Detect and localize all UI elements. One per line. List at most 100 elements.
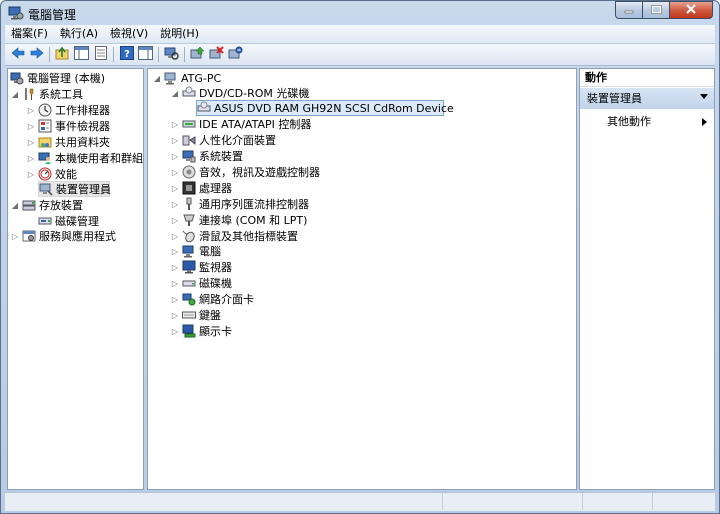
expand-arrow-icon[interactable]: ▷ — [170, 291, 180, 307]
show-hide-action-pane-button[interactable] — [137, 46, 154, 63]
close-button[interactable] — [669, 1, 713, 19]
tree-item-local-users-groups[interactable]: ▷ 本機使用者和群組 — [26, 150, 143, 166]
expand-arrow-icon[interactable]: ◢ — [170, 85, 180, 101]
device-category-sound[interactable]: ▷ 音效，視訊及遊戲控制器 — [170, 164, 320, 180]
expand-arrow-icon[interactable]: ▷ — [170, 307, 180, 323]
minimize-button[interactable] — [615, 1, 642, 19]
help-button[interactable]: ? — [118, 46, 135, 63]
device-category-dvd[interactable]: ◢ DVD/CD-ROM 光碟機 — [170, 85, 309, 101]
device-category-label: 電腦 — [199, 245, 221, 258]
device-category-keyboard[interactable]: ▷ 鍵盤 — [170, 307, 221, 323]
expand-arrow-icon[interactable]: ▷ — [26, 150, 36, 166]
scan-hardware-button[interactable] — [163, 46, 180, 63]
device-tree-root-label: ATG-PC — [181, 71, 222, 85]
tree-item-task-scheduler[interactable]: ▷ 工作排程器 — [26, 102, 110, 118]
expand-arrow-icon[interactable]: ▷ — [170, 228, 180, 244]
expand-arrow-icon[interactable]: ▷ — [26, 166, 36, 182]
device-category-computer[interactable]: ▷ 電腦 — [170, 243, 221, 259]
tree-item-performance[interactable]: ▷ 效能 — [26, 166, 77, 182]
tree-item-device-manager[interactable]: 裝置管理員 — [38, 181, 111, 197]
tree-item-system-tools[interactable]: ◢ 系統工具 — [10, 86, 83, 102]
expand-arrow-icon[interactable]: ▷ — [170, 259, 180, 275]
menu-bar: 檔案(F) 執行(A) 檢視(V) 說明(H) — [5, 25, 715, 44]
more-actions-item[interactable]: 其他動作 — [580, 114, 714, 130]
back-button[interactable] — [9, 46, 26, 63]
shared-folders-icon — [38, 135, 52, 149]
device-category-label: 連接埠 (COM 和 LPT) — [199, 214, 308, 227]
tree-item-event-viewer[interactable]: ▷ 事件檢視器 — [26, 118, 110, 134]
menu-action[interactable]: 執行(A) — [54, 25, 104, 43]
title-bar[interactable]: 電腦管理 — [1, 1, 719, 25]
expand-arrow-icon[interactable]: ▷ — [170, 148, 180, 164]
tree-item-shared-folders[interactable]: ▷ 共用資料夾 — [26, 134, 110, 150]
tree-item-storage[interactable]: ◢ 存放裝置 — [10, 197, 83, 213]
menu-help[interactable]: 說明(H) — [154, 25, 205, 43]
device-tree-pane: ◢ ATG-PC ◢ DVD/CD-ROM 光碟機 ASUS DVD RAM G… — [147, 68, 577, 490]
menu-view[interactable]: 檢視(V) — [104, 25, 154, 43]
expand-arrow-icon[interactable]: ▷ — [26, 118, 36, 134]
expand-arrow-icon[interactable]: ▷ — [170, 132, 180, 148]
device-category-system[interactable]: ▷ 系統裝置 — [170, 148, 243, 164]
expand-arrow-icon[interactable]: ◢ — [10, 197, 20, 213]
expand-arrow-icon[interactable]: ▷ — [170, 212, 180, 228]
device-category-label: 鍵盤 — [199, 309, 221, 322]
expand-arrow-icon[interactable]: ▷ — [170, 164, 180, 180]
device-category-disk-drives[interactable]: ▷ 磁碟機 — [170, 275, 232, 291]
tree-item-services-applications[interactable]: ▷ 服務與應用程式 — [10, 228, 116, 244]
maximize-button[interactable] — [642, 1, 669, 19]
ide-controller-icon — [182, 117, 196, 131]
update-driver-button[interactable] — [189, 46, 206, 63]
forward-arrow-icon — [30, 47, 44, 62]
expand-arrow-icon[interactable]: ▷ — [170, 180, 180, 196]
toolbar-separator — [49, 47, 50, 62]
device-category-display[interactable]: ▷ 顯示卡 — [170, 323, 232, 339]
properties-button[interactable] — [92, 46, 109, 63]
tree-item-label: 存放裝置 — [39, 199, 83, 212]
collapse-arrow-icon[interactable] — [700, 94, 708, 99]
device-category-hid[interactable]: ▷ 人性化介面裝置 — [170, 132, 276, 148]
tree-item-disk-management[interactable]: 磁碟管理 — [38, 213, 99, 229]
uninstall-device-icon — [209, 46, 224, 63]
computer-icon — [164, 71, 178, 85]
tree-item-label: 共用資料夾 — [55, 136, 110, 149]
expand-arrow-icon[interactable]: ▷ — [170, 196, 180, 212]
tree-item-computer-management[interactable]: 電腦管理 (本機) — [10, 70, 105, 86]
expand-arrow-icon[interactable]: ▷ — [170, 323, 180, 339]
performance-icon — [38, 167, 52, 181]
computer-management-icon — [8, 5, 24, 21]
hid-icon — [182, 133, 196, 147]
device-tree-root[interactable]: ◢ ATG-PC — [152, 70, 221, 86]
device-category-ports[interactable]: ▷ 連接埠 (COM 和 LPT) — [170, 212, 307, 228]
device-category-processor[interactable]: ▷ 處理器 — [170, 180, 232, 196]
up-level-button[interactable] — [54, 46, 71, 63]
toolbar-separator — [184, 47, 185, 62]
device-category-network[interactable]: ▷ 網路介面卡 — [170, 291, 254, 307]
expand-arrow-icon[interactable]: ▷ — [26, 134, 36, 150]
device-category-usb[interactable]: ▷ 通用序列匯流排控制器 — [170, 196, 309, 212]
expand-arrow-icon[interactable]: ▷ — [170, 275, 180, 291]
monitor-icon — [182, 260, 196, 274]
uninstall-device-button[interactable] — [208, 46, 225, 63]
disable-device-button[interactable] — [227, 46, 244, 63]
expand-arrow-icon[interactable]: ◢ — [10, 86, 20, 102]
expand-arrow-icon[interactable]: ▷ — [170, 243, 180, 259]
menu-file[interactable]: 檔案(F) — [5, 25, 54, 43]
device-category-mouse[interactable]: ▷ 滑鼠及其他指標裝置 — [170, 228, 298, 244]
actions-section-device-manager[interactable]: 裝置管理員 — [580, 88, 714, 109]
minimize-icon — [624, 4, 634, 17]
local-users-icon — [38, 151, 52, 165]
expand-arrow-icon[interactable]: ▷ — [10, 228, 20, 244]
device-item-asus-dvd[interactable]: ASUS DVD RAM GH92N SCSI CdRom Device — [196, 100, 454, 116]
expand-arrow-icon[interactable]: ▷ — [26, 102, 36, 118]
tree-item-label: 服務與應用程式 — [39, 230, 116, 243]
device-category-ide[interactable]: ▷ IDE ATA/ATAPI 控制器 — [170, 116, 311, 132]
expand-arrow-icon[interactable]: ◢ — [152, 70, 162, 86]
forward-button[interactable] — [28, 46, 45, 63]
event-viewer-icon — [38, 119, 52, 133]
computer-icon — [182, 244, 196, 258]
device-category-monitor[interactable]: ▷ 監視器 — [170, 259, 232, 275]
help-icon: ? — [119, 46, 134, 63]
expand-arrow-icon[interactable]: ▷ — [170, 116, 180, 132]
show-hide-tree-button[interactable] — [73, 46, 90, 63]
actions-section-label: 裝置管理員 — [587, 92, 642, 105]
